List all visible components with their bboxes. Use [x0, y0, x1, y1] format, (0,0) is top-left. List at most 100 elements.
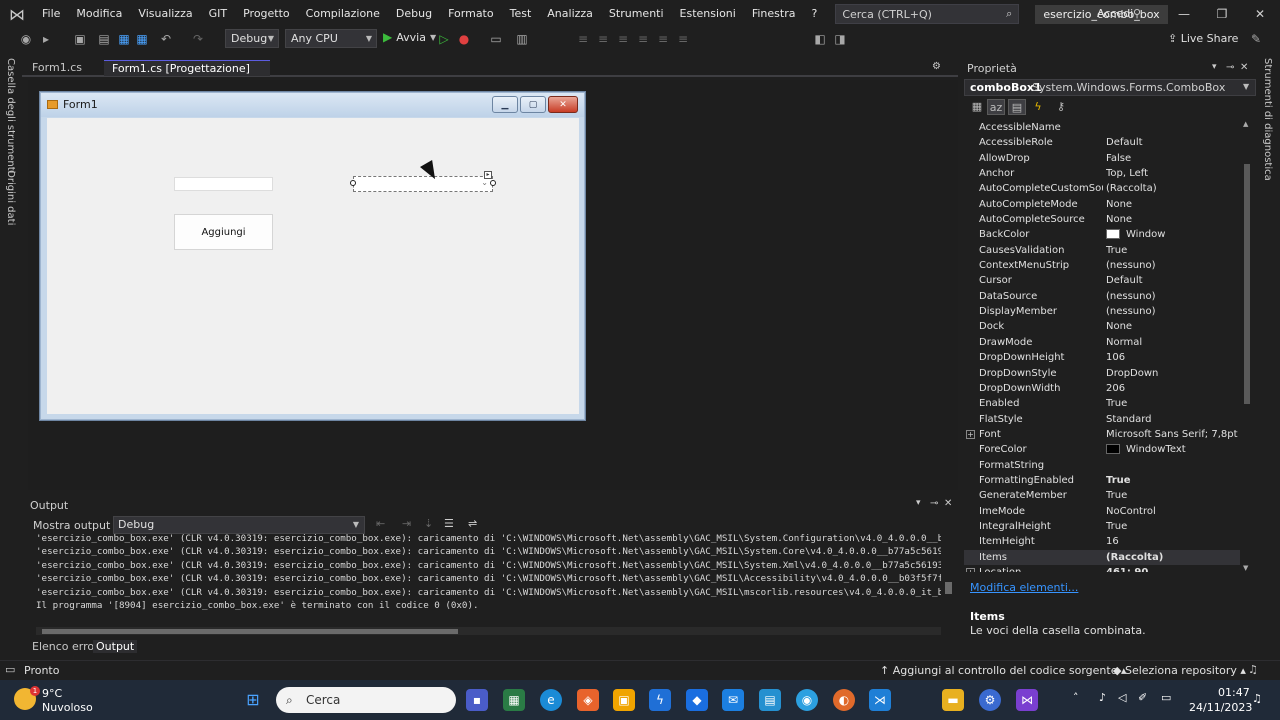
browse-icon[interactable]: ▭	[488, 31, 504, 47]
goto-next-icon[interactable]: ⇥	[402, 517, 411, 530]
forward-icon[interactable]: ▸	[38, 31, 54, 47]
source-control-button[interactable]: ↑ Aggiungi al controllo del codice sorge…	[880, 664, 1127, 677]
property-row[interactable]: AutoCompleteSource None	[964, 212, 1240, 227]
property-value[interactable]: Default	[1106, 135, 1240, 150]
tab-form1-designer[interactable]: Form1.cs [Progettazione] ⊸ ✕	[104, 60, 270, 91]
tab-form1-cs[interactable]: Form1.cs	[24, 60, 104, 76]
edit-items-link[interactable]: Modifica elementi...	[970, 581, 1078, 594]
pin-icon[interactable]: ⊸	[930, 498, 938, 509]
textbox1[interactable]	[174, 177, 273, 191]
word-wrap-icon[interactable]: ⇌	[468, 517, 477, 530]
property-value[interactable]: Window	[1106, 227, 1240, 242]
menu-compilazione[interactable]: Compilazione	[298, 0, 388, 28]
align-left-icon[interactable]: ≡	[575, 31, 591, 47]
property-value[interactable]: True	[1106, 243, 1240, 258]
property-value[interactable]: (Raccolta)	[1106, 181, 1240, 196]
property-value[interactable]: 206	[1106, 381, 1240, 396]
tray-chevron-icon[interactable]: ˄	[1073, 691, 1079, 704]
visual-studio-logo-icon[interactable]: ⋈	[0, 0, 34, 28]
form-client-area[interactable]: Aggiungi ⌄ ▸	[47, 118, 579, 414]
undo-icon[interactable]: ↶	[158, 31, 174, 47]
property-row[interactable]: AutoCompleteCustomSource(Raccolta)	[964, 181, 1240, 196]
property-value[interactable]: None	[1106, 319, 1240, 334]
form-title-bar[interactable]: Form1 ▁ ▢ ✕	[41, 93, 584, 117]
menu-help[interactable]: ?	[803, 0, 825, 28]
notification-bell-icon[interactable]: ♫	[1252, 692, 1262, 705]
microphone-icon[interactable]: ♪	[1099, 691, 1106, 704]
vscode-icon[interactable]: ⋊	[869, 689, 891, 711]
property-value[interactable]: DropDown	[1106, 366, 1240, 381]
menu-finestra[interactable]: Finestra	[744, 0, 804, 28]
property-row[interactable]: + Font Microsoft Sans Serif; 7,8pt	[964, 427, 1240, 442]
start-menu-icon[interactable]: ⊞	[242, 689, 264, 711]
menu-formato[interactable]: Formato	[440, 0, 502, 28]
property-value[interactable]: 106	[1106, 350, 1240, 365]
scroll-up-icon[interactable]: ▲	[1243, 120, 1248, 128]
menu-progetto[interactable]: Progetto	[235, 0, 298, 28]
property-value[interactable]: True	[1106, 473, 1240, 488]
save-icon[interactable]: ▦	[116, 31, 132, 47]
property-row[interactable]: DropDownHeight 106	[964, 350, 1240, 365]
scrollbar-thumb[interactable]	[1244, 164, 1250, 404]
find-icon[interactable]: ⇣	[424, 517, 433, 530]
scroll-down-icon[interactable]: ▼	[1243, 564, 1248, 572]
property-value[interactable]: Default	[1106, 273, 1240, 288]
account-icon[interactable]: ⚲	[1133, 7, 1141, 20]
close-icon[interactable]: ✕	[1242, 0, 1278, 28]
diagnostics-tab[interactable]: Strumenti di diagnostica	[1262, 58, 1273, 181]
firefox-icon[interactable]: ◐	[833, 689, 855, 711]
start-button[interactable]: ▶ Avvia ▼	[383, 30, 436, 44]
search-input[interactable]: Cerca (CTRL+Q) ⌕	[835, 4, 1020, 24]
output-text[interactable]: 'esercizio_combo_box.exe' (CLR v4.0.3031…	[36, 532, 941, 616]
chat-icon[interactable]: ◉	[796, 689, 818, 711]
redo-icon[interactable]: ↷	[190, 31, 206, 47]
expand-icon[interactable]: +	[966, 429, 975, 439]
property-value[interactable]: Normal	[1106, 335, 1240, 350]
minimize-icon[interactable]: —	[1166, 0, 1202, 28]
calendar-icon[interactable]: ▤	[759, 689, 781, 711]
menu-estensioni[interactable]: Estensioni	[672, 0, 744, 28]
property-row[interactable]: AllowDrop False	[964, 151, 1240, 166]
property-row[interactable]: Dock None	[964, 319, 1240, 334]
signin-button[interactable]: Accedi	[1097, 0, 1133, 28]
clock-date[interactable]: 24/11/2023	[1189, 701, 1252, 714]
alphabetical-icon[interactable]: az	[987, 99, 1005, 115]
menu-file[interactable]: File	[34, 0, 68, 28]
property-value[interactable]: (Raccolta)	[1106, 550, 1240, 565]
smart-tag-icon[interactable]: ▸	[484, 171, 492, 179]
pen-icon[interactable]: ✐	[1138, 691, 1147, 704]
property-value[interactable]: WindowText	[1106, 442, 1240, 457]
property-row[interactable]: DataSource (nessuno)	[964, 289, 1240, 304]
categorized-icon[interactable]: ▦	[968, 99, 986, 115]
clock-time[interactable]: 01:47	[1218, 686, 1250, 699]
property-row[interactable]: FlatStyle Standard	[964, 412, 1240, 427]
property-value[interactable]: True	[1106, 519, 1240, 534]
align-center-icon[interactable]: ≡	[595, 31, 611, 47]
property-value[interactable]: False	[1106, 151, 1240, 166]
property-row[interactable]: ItemHeight 16	[964, 534, 1240, 549]
property-row[interactable]: FormattingEnabled True	[964, 473, 1240, 488]
property-row[interactable]: Enabled True	[964, 396, 1240, 411]
live-share-button[interactable]: ⇪ Live Share	[1168, 32, 1238, 45]
property-row[interactable]: DropDownWidth 206	[964, 381, 1240, 396]
hot-reload-icon[interactable]: ●	[456, 31, 472, 47]
feedback-icon[interactable]: ✎	[1248, 31, 1264, 47]
send-to-back-icon[interactable]: ◨	[832, 31, 848, 47]
property-row[interactable]: FormatString	[964, 458, 1240, 473]
menu-analizza[interactable]: Analizza	[539, 0, 601, 28]
scrollbar-thumb[interactable]	[42, 629, 458, 634]
scrollbar-thumb[interactable]	[945, 582, 952, 594]
git-icon[interactable]: ◈	[577, 689, 599, 711]
form-minimize-icon[interactable]: ▁	[492, 96, 518, 113]
property-row[interactable]: Items (Raccolta)	[964, 549, 1240, 565]
property-row[interactable]: ImeMode NoControl	[964, 504, 1240, 519]
property-grid-scrollbar[interactable]: ▲ ▼	[1242, 120, 1252, 574]
close-icon[interactable]: ✕	[944, 498, 952, 509]
property-value[interactable]: Top, Left	[1106, 166, 1240, 181]
form1-window[interactable]: Form1 ▁ ▢ ✕ Aggiungi ⌄ ▸	[40, 92, 585, 420]
battery-icon[interactable]: ▭	[1161, 691, 1171, 704]
align-right-icon[interactable]: ≡	[615, 31, 631, 47]
save-all-icon[interactable]: ▦	[134, 31, 150, 47]
speaker-icon[interactable]: ◁	[1118, 691, 1126, 704]
app-icon[interactable]: ϟ	[649, 689, 671, 711]
